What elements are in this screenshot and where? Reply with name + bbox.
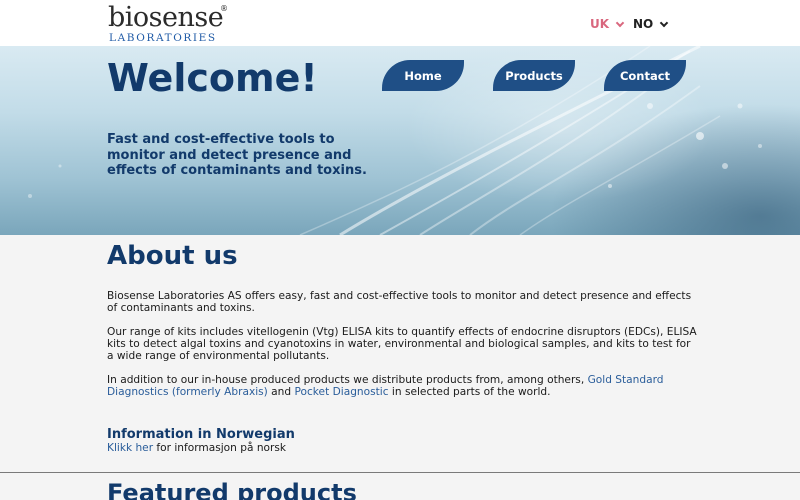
about-paragraph-3-text: In addition to our in-house produced pro… xyxy=(107,374,588,386)
about-paragraph-3-and: and xyxy=(267,386,295,398)
hero-tagline: Fast and cost-effective tools to monitor… xyxy=(107,132,367,178)
logo-subtitle: LABORATORIES xyxy=(109,32,217,44)
about-heading: About us xyxy=(107,241,238,271)
language-no[interactable]: NO xyxy=(633,17,669,31)
norwegian-info-line: Klikk her for informasjon på norsk xyxy=(107,442,286,454)
language-no-label: NO xyxy=(633,17,654,31)
site-header: biosense ® LABORATORIES UK NO xyxy=(0,0,800,46)
hero-title: Welcome! xyxy=(107,56,318,100)
chevron-down-icon xyxy=(615,18,625,27)
language-uk[interactable]: UK xyxy=(590,17,625,31)
featured-products-heading: Featured products xyxy=(107,479,357,500)
norwegian-info-text: for informasjon på norsk xyxy=(153,442,287,454)
language-uk-label: UK xyxy=(590,17,610,31)
about-paragraph-2: Our range of kits includes vitellogenin … xyxy=(107,326,697,362)
about-paragraph-3-end: in selected parts of the world. xyxy=(388,386,551,398)
norwegian-info-link[interactable]: Klikk her xyxy=(107,442,153,454)
norwegian-info-heading: Information in Norwegian xyxy=(107,427,295,442)
logo-wordmark: biosense xyxy=(108,2,224,33)
about-paragraph-1: Biosense Laboratories AS offers easy, fa… xyxy=(107,290,692,314)
about-paragraph-3: In addition to our in-house produced pro… xyxy=(107,374,697,398)
logo-registered-mark: ® xyxy=(220,4,228,13)
pocket-diagnostic-link[interactable]: Pocket Diagnostic xyxy=(294,386,388,398)
hero-banner: Welcome! Fast and cost-effective tools t… xyxy=(0,46,800,235)
section-divider xyxy=(0,472,800,473)
biosense-logo[interactable]: biosense ® LABORATORIES xyxy=(108,2,228,45)
chevron-down-icon xyxy=(660,18,669,27)
